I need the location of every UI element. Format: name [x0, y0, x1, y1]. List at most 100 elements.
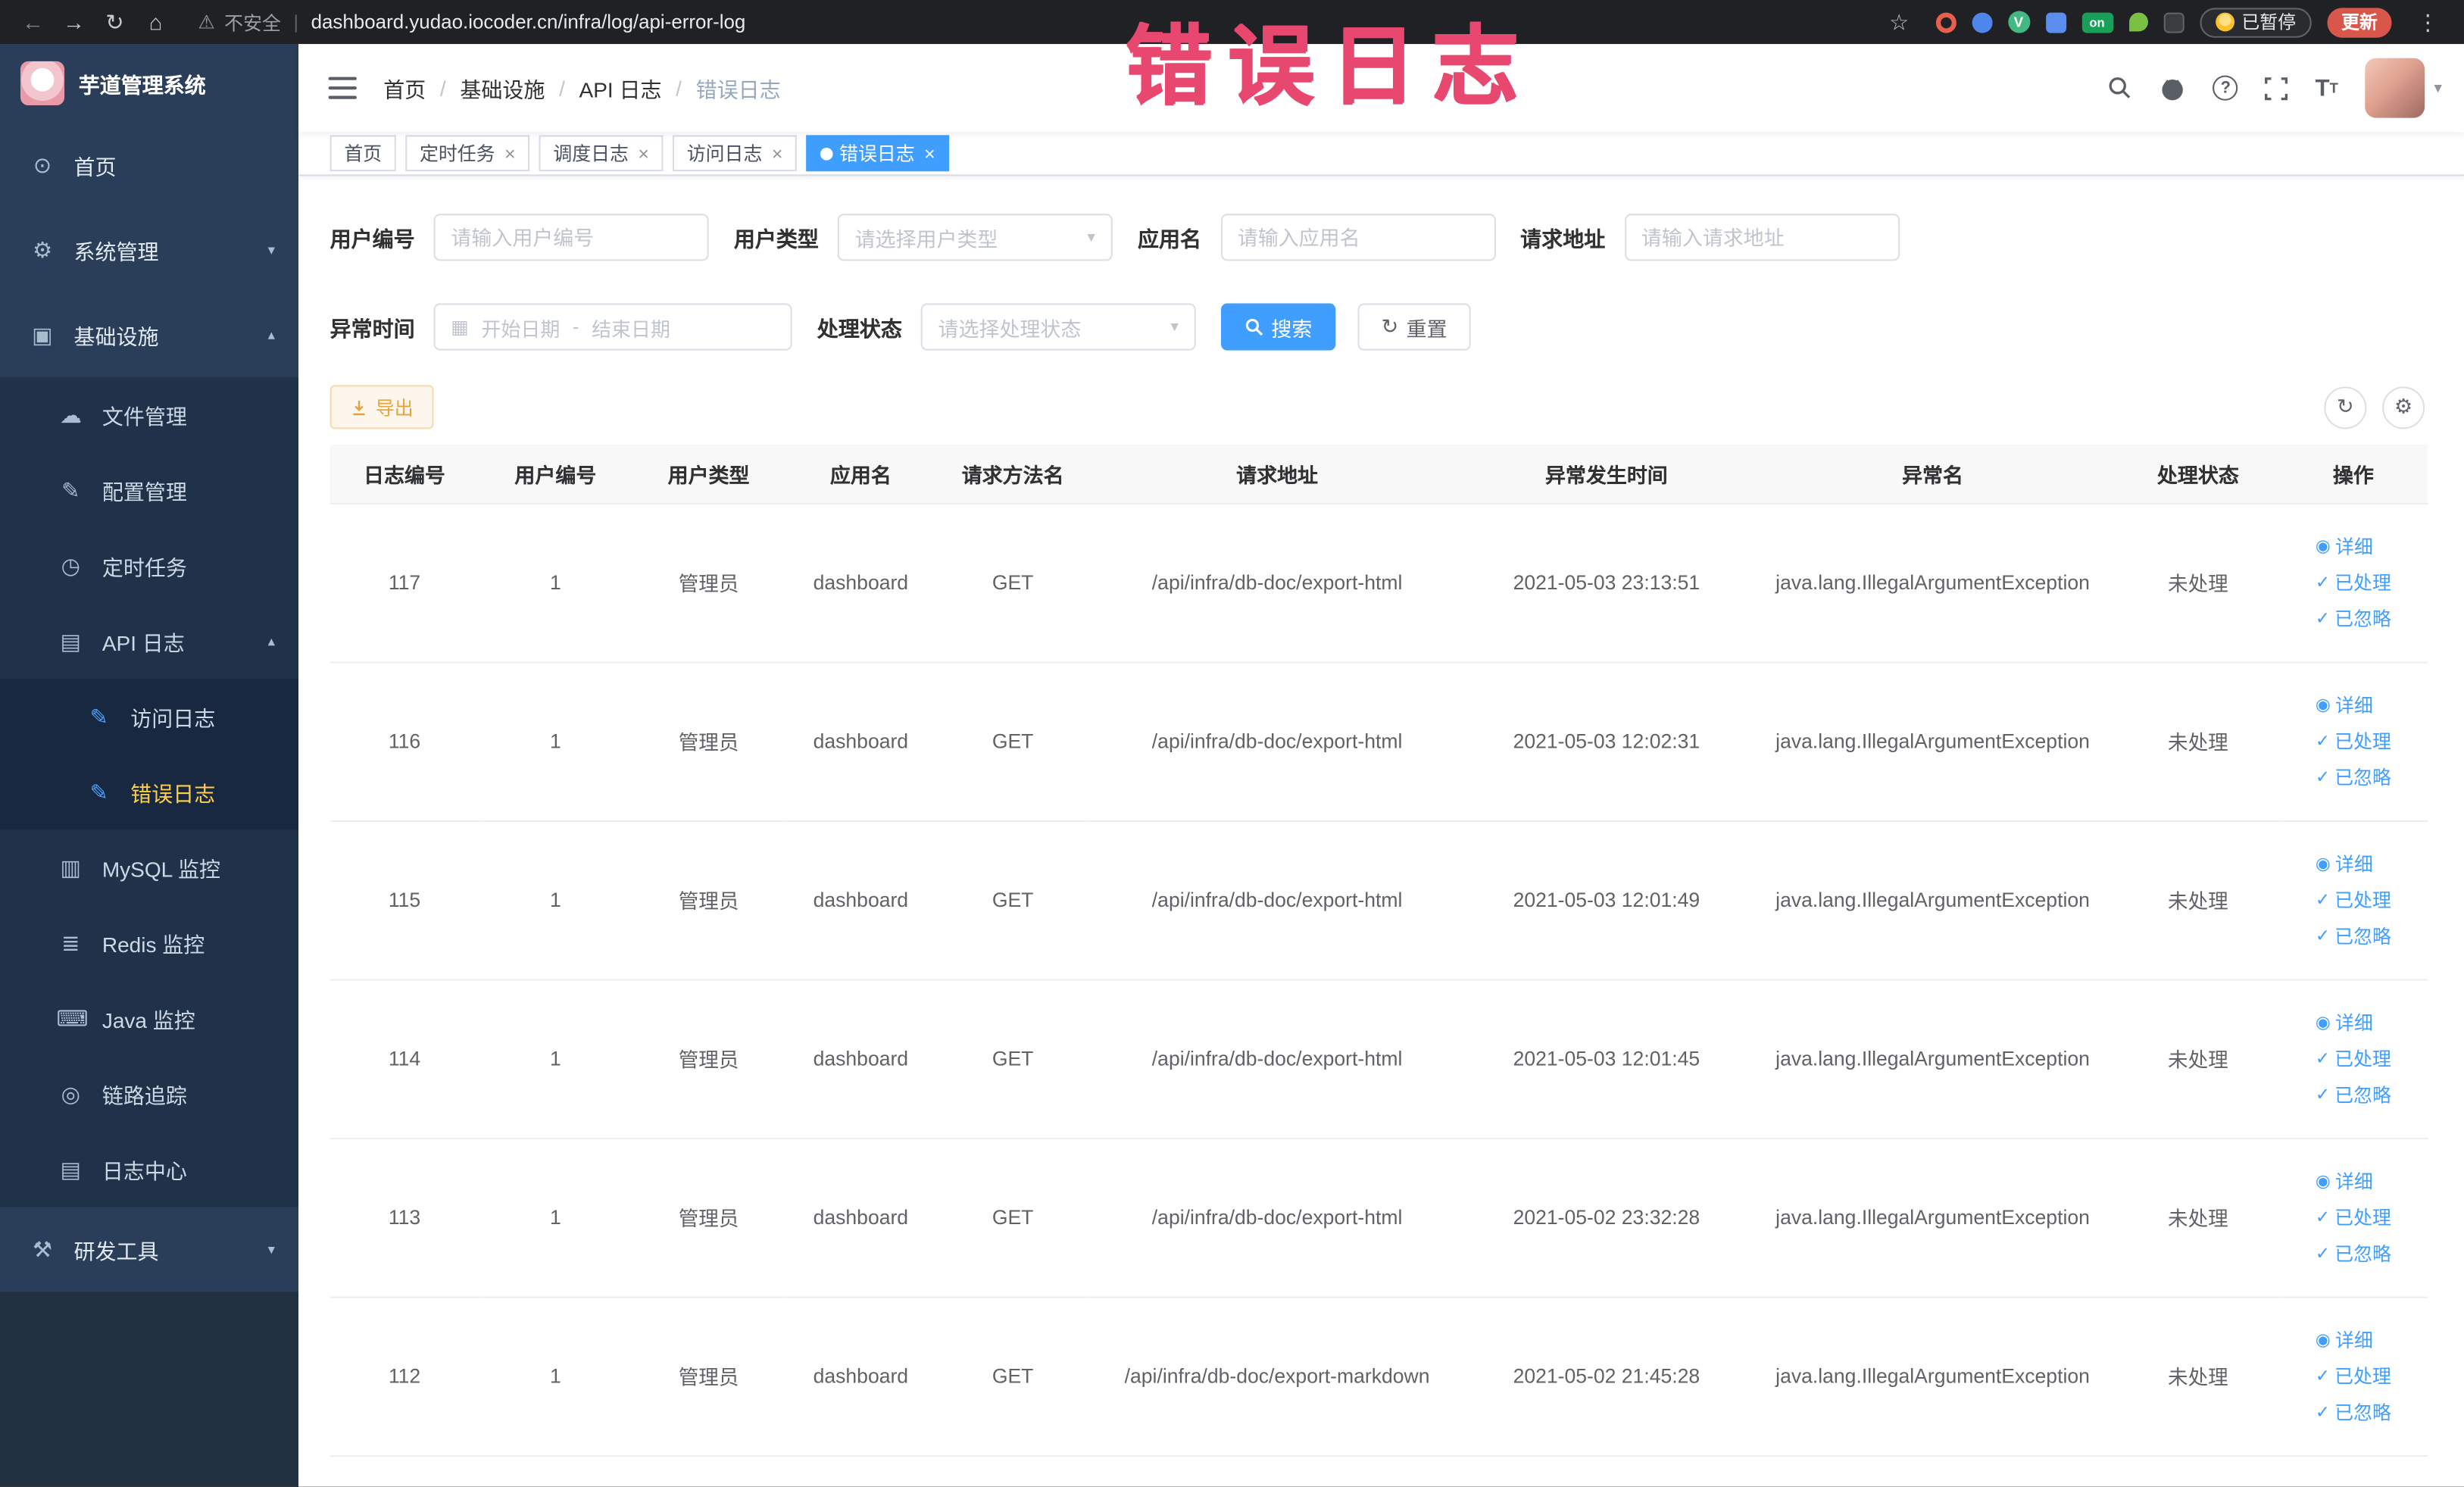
cell-exception: java.lang.IllegalArgumentException [1775, 1364, 2090, 1388]
breadcrumb-item[interactable]: 基础设施 [460, 72, 545, 103]
sidebar-item-home[interactable]: ⊙ 首页 [0, 122, 299, 208]
app-name-label: 应用名 [1138, 227, 1202, 251]
action-processed[interactable]: ✓ 已处理 [2316, 1045, 2391, 1072]
action-detail[interactable]: ◉ 详细 [2316, 850, 2373, 876]
export-button[interactable]: 导出 [329, 385, 434, 430]
close-icon[interactable]: × [504, 142, 516, 164]
update-button[interactable]: 更新 [2327, 7, 2392, 37]
pencil-icon: ✎ [89, 778, 108, 804]
app-name-input[interactable] [1220, 214, 1495, 261]
paused-badge[interactable]: 已暂停 [2199, 7, 2312, 37]
action-processed[interactable]: ✓ 已处理 [2316, 1204, 2391, 1230]
sidebar-item-config-management[interactable]: ✎ 配置管理 [0, 452, 299, 529]
close-icon[interactable]: × [924, 142, 935, 164]
address-bar[interactable]: ⚠ 不安全 | dashboard.yudao.iocoder.cn/infra… [198, 8, 1878, 35]
view-tab[interactable]: 访问日志 × [673, 135, 798, 172]
user-id-label: 用户编号 [329, 227, 415, 251]
view-tab[interactable]: 调度日志 × [539, 135, 664, 172]
browser-reload-icon[interactable]: ↻ [94, 8, 135, 35]
sidebar-item-infrastructure[interactable]: ▣ 基础设施 ▴ [0, 292, 299, 377]
close-icon[interactable]: × [772, 142, 783, 164]
user-id-input[interactable] [433, 214, 709, 261]
extension-icon-on-badge[interactable]: on [2081, 11, 2113, 33]
action-ignored[interactable]: ✓ 已忽略 [2316, 1398, 2391, 1425]
sidebar-item-tracing[interactable]: ◎ 链路追踪 [0, 1056, 299, 1132]
sidebar-item-cron-jobs[interactable]: ◷ 定时任务 [0, 528, 299, 604]
sidebar-item-file-management[interactable]: ☁ 文件管理 [0, 376, 299, 453]
eye-icon: ◉ [2315, 854, 2331, 874]
close-icon[interactable]: × [638, 142, 649, 164]
cell-id: 114 [388, 1046, 421, 1070]
action-detail[interactable]: ◉ 详细 [2316, 1326, 2373, 1353]
search-button-label: 搜索 [1271, 317, 1313, 341]
exception-time-range-picker[interactable]: ▦ 开始日期 - 结束日期 [433, 303, 792, 351]
sidebar-item-dev-tools[interactable]: ⚒ 研发工具 ▾ [0, 1207, 299, 1292]
action-processed[interactable]: ✓ 已处理 [2316, 728, 2391, 754]
breadcrumb-item[interactable]: 首页 [383, 72, 426, 103]
action-ignored[interactable]: ✓ 已忽略 [2316, 764, 2391, 790]
extension-icon-ring[interactable] [1935, 11, 1956, 33]
breadcrumb-separator: / [439, 76, 446, 100]
table-toolbar: 导出 ↻ ⚙ [329, 385, 2428, 430]
github-icon[interactable] [2160, 75, 2186, 102]
extension-icon-sprout[interactable] [2128, 12, 2147, 32]
sidebar-item-error-log[interactable]: ✎ 错误日志 [0, 754, 299, 830]
sidebar-item-mysql-monitor[interactable]: ▥ MySQL 监控 [0, 829, 299, 905]
sidebar-item-access-log[interactable]: ✎ 访问日志 [0, 679, 299, 754]
user-avatar[interactable] [2365, 58, 2425, 118]
document-icon: ▤ [60, 627, 82, 653]
tab-label: 访问日志 [686, 142, 763, 165]
view-tab[interactable]: 定时任务 × [405, 135, 530, 172]
user-type-select[interactable]: 请选择用户类型 ▾ [837, 214, 1113, 261]
sidebar-item-system-management[interactable]: ⚙ 系统管理 ▾ [0, 207, 299, 292]
reset-button[interactable]: ↻ 重置 [1357, 303, 1471, 351]
cell-status: 未处理 [2168, 1365, 2228, 1389]
view-tab[interactable]: 错误日志 × [806, 135, 950, 172]
filter-user-id: 用户编号 [330, 214, 709, 261]
browser-home-icon[interactable]: ⌂ [135, 9, 176, 34]
extension-icon-grid[interactable] [2045, 11, 2066, 33]
extension-icon-blue[interactable] [1971, 11, 1992, 33]
extension-icon-vue[interactable]: V [2007, 11, 2030, 33]
column-settings-button[interactable]: ⚙ [2382, 386, 2425, 429]
action-ignored[interactable]: ✓ 已忽略 [2316, 923, 2391, 949]
action-ignored[interactable]: ✓ 已忽略 [2316, 1081, 2391, 1107]
refresh-list-button[interactable]: ↻ [2324, 386, 2367, 429]
view-tab[interactable]: 首页 [329, 135, 396, 172]
font-size-icon[interactable]: TT [2316, 77, 2338, 100]
cell-app: dashboard [813, 570, 909, 595]
sidebar-item-java-monitor[interactable]: ⌨ Java 监控 [0, 980, 299, 1057]
range-separator: - [572, 315, 579, 339]
action-detail[interactable]: ◉ 详细 [2316, 533, 2373, 559]
fullscreen-icon[interactable] [2265, 77, 2288, 100]
sidebar-item-log-center[interactable]: ▤ 日志中心 [0, 1131, 299, 1207]
action-processed[interactable]: ✓ 已处理 [2316, 886, 2391, 913]
overflow-menu-icon[interactable]: ⋮ [2407, 8, 2448, 35]
action-processed[interactable]: ✓ 已处理 [2316, 569, 2391, 595]
sidebar-item-redis-monitor[interactable]: ≣ Redis 监控 [0, 904, 299, 981]
process-status-select[interactable]: 请选择处理状态 ▾ [920, 303, 1196, 351]
action-detail[interactable]: ◉ 详细 [2316, 692, 2373, 718]
search-button[interactable]: 搜索 [1220, 303, 1336, 351]
user-menu[interactable]: ▾ [2365, 58, 2442, 118]
extension-icon-dark[interactable] [2163, 11, 2184, 33]
browser-back-icon[interactable]: ← [13, 9, 54, 34]
url-text[interactable]: dashboard.yudao.iocoder.cn/infra/log/api… [311, 11, 746, 33]
bookmark-star-icon[interactable]: ☆ [1878, 8, 1919, 35]
breadcrumb-item[interactable]: API 日志 [579, 72, 662, 103]
help-icon[interactable]: ? [2213, 75, 2238, 101]
action-label: 已忽略 [2334, 767, 2391, 789]
action-processed[interactable]: ✓ 已处理 [2316, 1363, 2391, 1389]
search-icon[interactable] [2108, 76, 2133, 101]
logo[interactable]: 芋道管理系统 [0, 44, 299, 123]
action-ignored[interactable]: ✓ 已忽略 [2316, 605, 2391, 632]
action-ignored[interactable]: ✓ 已忽略 [2316, 1240, 2391, 1267]
hamburger-icon[interactable] [328, 77, 357, 99]
request-url-input[interactable] [1624, 214, 1900, 261]
action-detail[interactable]: ◉ 详细 [2316, 1009, 2373, 1036]
cell-user-id: 1 [549, 1364, 561, 1388]
sidebar-item-api-log[interactable]: ▤ API 日志 ▴ [0, 603, 299, 679]
security-label[interactable]: 不安全 [224, 8, 281, 35]
browser-forward-icon[interactable]: → [54, 9, 95, 34]
action-detail[interactable]: ◉ 详细 [2316, 1167, 2373, 1194]
